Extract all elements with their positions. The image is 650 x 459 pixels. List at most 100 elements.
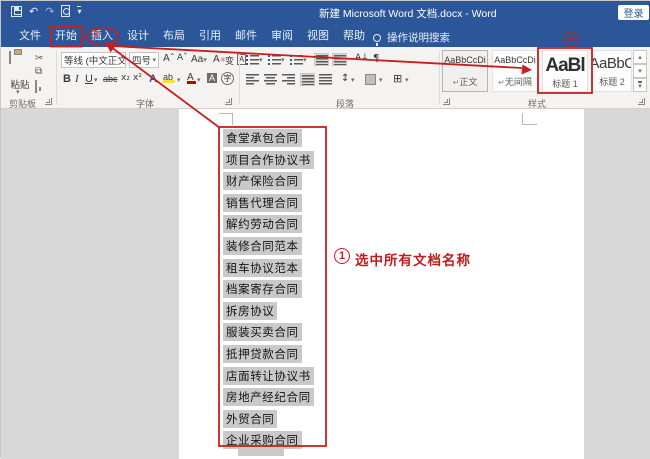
- list-item[interactable]: 房地产经纪合同: [223, 388, 314, 410]
- list-item[interactable]: 店面转让协议书: [223, 367, 314, 389]
- highlight-color-icon[interactable]: ab: [163, 72, 173, 82]
- selected-text: 装修合同范本: [223, 237, 302, 255]
- font-name-combo[interactable]: 等线 (中文正文 ▾: [61, 52, 126, 68]
- change-case-icon[interactable]: Aa▾: [191, 54, 207, 65]
- style-sample: AaBbCcDi: [494, 55, 536, 65]
- list-item[interactable]: 拆房协议: [223, 302, 314, 324]
- paste-label[interactable]: 粘贴: [7, 77, 33, 91]
- styles-scroll-down-icon[interactable]: ▾: [633, 64, 647, 78]
- paragraph-marks-icon[interactable]: ¶: [373, 54, 379, 64]
- align-right-icon[interactable]: [282, 74, 295, 85]
- customize-quick-access-icon[interactable]: ▾: [77, 6, 81, 16]
- underline-dropdown-icon[interactable]: ▾: [94, 77, 98, 84]
- font-size-combo[interactable]: 四号 ▾: [129, 52, 159, 68]
- multilevel-list-dropdown-icon[interactable]: ▾: [303, 57, 307, 64]
- redo-icon[interactable]: ↷: [45, 6, 54, 17]
- superscript-icon[interactable]: x²: [133, 74, 142, 83]
- line-spacing-icon[interactable]: ↕: [341, 74, 349, 84]
- list-item[interactable]: 解约劳动合同: [223, 215, 314, 237]
- print-preview-icon[interactable]: [61, 5, 70, 17]
- menu-tab[interactable]: 文件: [19, 27, 41, 43]
- style-no-spacing[interactable]: AaBbCcDi ↵无间隔: [492, 50, 538, 92]
- sign-in-button[interactable]: 登录: [618, 5, 649, 20]
- list-item[interactable]: 服装买卖合同: [223, 323, 314, 345]
- font-dialog-launcher-icon[interactable]: [225, 98, 232, 105]
- font-color-icon[interactable]: A: [187, 72, 194, 83]
- styles-scroll-up-icon[interactable]: ▴: [633, 50, 647, 64]
- shrink-font-icon[interactable]: Aˇ: [177, 54, 188, 63]
- underline-icon[interactable]: U: [85, 73, 93, 85]
- clipboard-dialog-launcher-icon[interactable]: [45, 98, 52, 105]
- document-page[interactable]: 食堂承包合同 项目合作协议书 财产保险合同 销售代理合同 解约劳动合同 装修合同…: [179, 109, 584, 459]
- selection-fragment: [238, 447, 284, 456]
- style-sample: AaBbC: [592, 55, 632, 72]
- italic-icon[interactable]: I: [75, 73, 79, 85]
- selected-text: 项目合作协议书: [223, 151, 314, 169]
- styles-dialog-launcher-icon[interactable]: [638, 98, 645, 105]
- align-center-icon[interactable]: [264, 74, 277, 85]
- tell-me-box[interactable]: 操作说明搜索: [373, 30, 450, 45]
- subscript-icon[interactable]: x₂: [121, 74, 130, 83]
- justify-icon[interactable]: [300, 73, 315, 86]
- menu-tab[interactable]: 开始: [55, 27, 77, 43]
- styles-more-icon[interactable]: ▾: [633, 78, 647, 92]
- grow-font-icon[interactable]: Aˆ: [163, 54, 175, 64]
- margin-crop-mark: [219, 113, 233, 114]
- increase-indent-icon[interactable]: [332, 53, 347, 66]
- list-item[interactable]: 抵押贷款合同: [223, 345, 314, 367]
- text-effects-icon[interactable]: A: [149, 73, 157, 85]
- enclose-characters-icon[interactable]: 字: [221, 72, 234, 85]
- align-left-icon[interactable]: [246, 74, 259, 85]
- shading-icon[interactable]: [365, 74, 376, 85]
- list-item[interactable]: 项目合作协议书: [223, 151, 314, 173]
- numbered-list-icon[interactable]: [268, 54, 281, 65]
- borders-dropdown-icon[interactable]: ▾: [405, 77, 409, 84]
- style-heading-2[interactable]: AaBbC 标题 2: [592, 50, 632, 92]
- menu-tab[interactable]: 视图: [307, 27, 329, 43]
- menu-tab[interactable]: 布局: [163, 27, 185, 43]
- menu-tab[interactable]: 邮件: [235, 27, 257, 43]
- style-normal[interactable]: AaBbCcDi ↵正文: [442, 50, 488, 92]
- list-item[interactable]: 财产保险合同: [223, 172, 314, 194]
- shading-dropdown-icon[interactable]: ▾: [379, 77, 383, 84]
- style-name: 标题 1: [552, 77, 578, 90]
- undo-icon[interactable]: ↶: [29, 6, 38, 17]
- save-icon[interactable]: [11, 6, 22, 17]
- numbered-list-dropdown-icon[interactable]: ▾: [281, 57, 285, 64]
- cut-icon[interactable]: ✂: [35, 54, 43, 64]
- strikethrough-icon[interactable]: abc: [103, 74, 118, 84]
- decrease-indent-icon[interactable]: [314, 53, 329, 66]
- title-bar: ↶ ↷ ▾ 新建 Microsoft Word 文档.docx - Word 登…: [1, 1, 650, 23]
- format-painter-icon[interactable]: [35, 81, 37, 92]
- list-item[interactable]: 外贸合同: [223, 410, 314, 432]
- bullet-list-icon[interactable]: [246, 54, 259, 65]
- paste-button[interactable]: [9, 52, 11, 63]
- menu-tab[interactable]: 帮助: [343, 27, 365, 43]
- line-spacing-dropdown-icon[interactable]: ▾: [351, 77, 355, 84]
- bullet-list-dropdown-icon[interactable]: ▾: [259, 57, 263, 64]
- distribute-icon[interactable]: [319, 74, 332, 85]
- copy-icon[interactable]: ⧉: [35, 67, 42, 77]
- list-item[interactable]: 销售代理合同: [223, 194, 314, 216]
- ribbon-tab-row: 文件 开始 插入 设计 布局 引用 邮件 审阅 视图 帮助: [1, 23, 650, 47]
- multilevel-list-icon[interactable]: [290, 54, 303, 65]
- style-heading-1[interactable]: AaBl 标题 1: [542, 50, 588, 92]
- font-color-dropdown-icon[interactable]: ▾: [197, 77, 201, 84]
- bold-icon[interactable]: B: [63, 73, 71, 85]
- list-item[interactable]: 装修合同范本: [223, 237, 314, 259]
- menu-tab[interactable]: 设计: [127, 27, 149, 43]
- selected-text: 店面转让协议书: [223, 367, 314, 385]
- character-shading-icon[interactable]: A: [207, 73, 217, 83]
- list-item[interactable]: 档案寄存合同: [223, 280, 314, 302]
- phonetic-guide-icon[interactable]: 变: [225, 54, 234, 67]
- borders-icon[interactable]: ⊞: [393, 73, 402, 84]
- sort-icon[interactable]: A↓: [355, 54, 369, 63]
- paragraph-dialog-launcher-icon[interactable]: [443, 98, 450, 105]
- paste-dropdown-icon[interactable]: ▾: [16, 89, 20, 96]
- menu-tab[interactable]: 插入: [91, 27, 113, 43]
- list-item[interactable]: 租车协议范本: [223, 259, 314, 281]
- list-item[interactable]: 食堂承包合同: [223, 129, 314, 151]
- menu-tab[interactable]: 审阅: [271, 27, 293, 43]
- highlight-dropdown-icon[interactable]: ▾: [177, 77, 181, 84]
- menu-tab[interactable]: 引用: [199, 27, 221, 43]
